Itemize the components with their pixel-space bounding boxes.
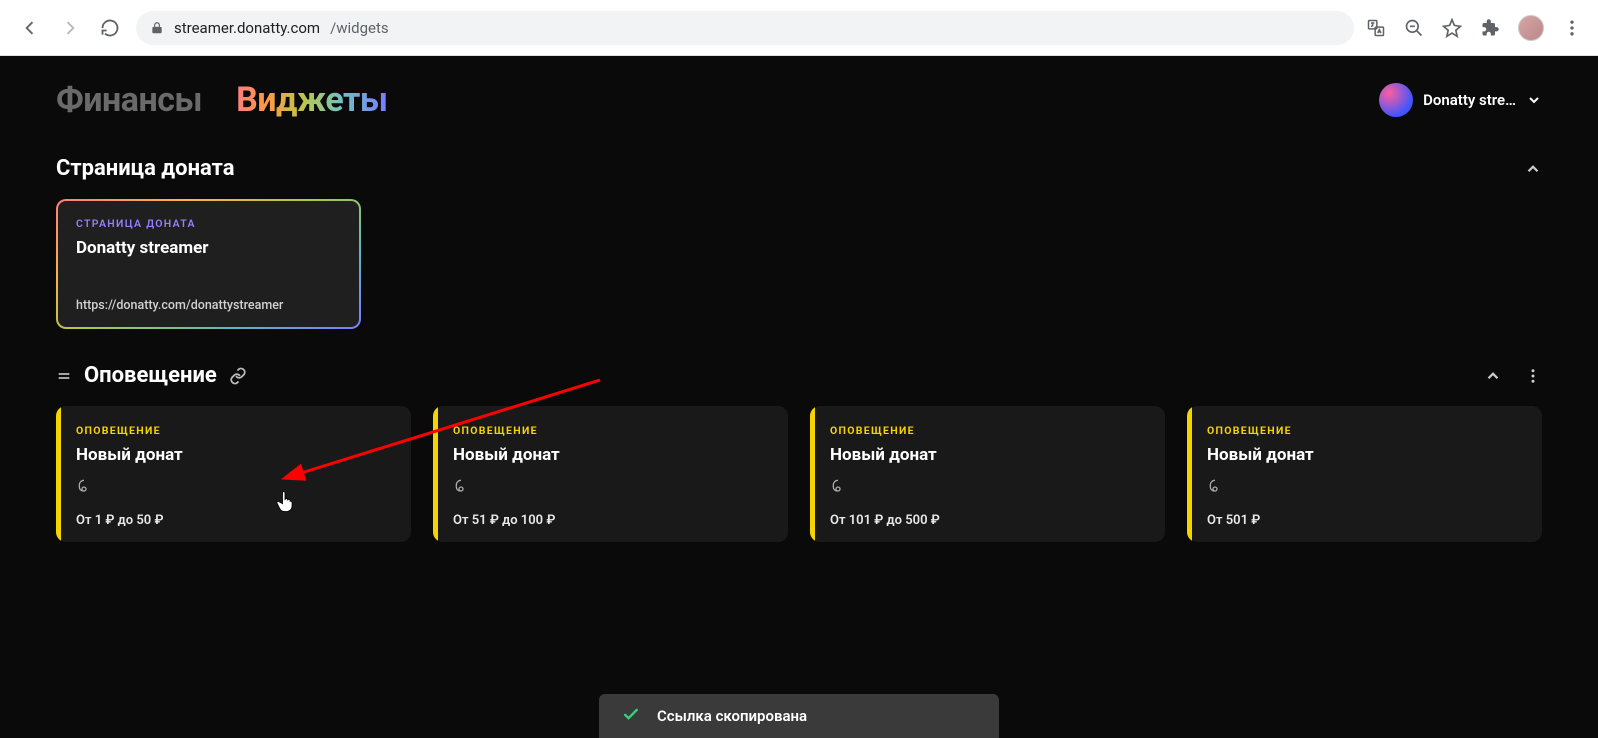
user-avatar xyxy=(1379,83,1413,117)
user-menu[interactable]: Donatty stre… xyxy=(1379,83,1542,117)
top-nav: Финансы Виджеты Donatty stre… xyxy=(56,80,1542,120)
alert-card-eyebrow: ОПОВЕЩЕНИЕ xyxy=(453,424,768,437)
toast-link-copied: Ссылка скопирована xyxy=(599,694,999,738)
copy-link-icon[interactable] xyxy=(229,367,247,385)
url-host: streamer.donatty.com xyxy=(174,19,320,37)
donatty-icon xyxy=(1207,479,1522,499)
extensions-icon[interactable] xyxy=(1480,18,1500,38)
zoom-out-icon[interactable] xyxy=(1404,18,1424,38)
lock-icon xyxy=(150,21,164,35)
donatty-icon xyxy=(830,479,1145,499)
tab-widgets[interactable]: Виджеты xyxy=(236,80,387,120)
alert-card-range: От 501 ₽ xyxy=(1207,513,1522,528)
donation-card-url: https://donatty.com/donattystreamer xyxy=(76,298,341,313)
donatty-icon xyxy=(453,479,768,499)
alert-cards-row: ОПОВЕЩЕНИЕ Новый донат От 1 ₽ до 50 ₽ ОП… xyxy=(56,406,1542,542)
user-display-name: Donatty stre… xyxy=(1423,91,1516,109)
alert-card-title: Новый донат xyxy=(830,445,1145,465)
main-tabs: Финансы Виджеты xyxy=(56,80,388,120)
browser-profile-avatar[interactable] xyxy=(1518,15,1544,41)
browser-url-bar[interactable]: streamer.donatty.com/widgets xyxy=(136,11,1354,45)
more-menu-icon[interactable] xyxy=(1524,367,1542,385)
donation-card-title: Donatty streamer xyxy=(76,238,341,258)
translate-icon[interactable] xyxy=(1366,18,1386,38)
alert-card[interactable]: ОПОВЕЩЕНИЕ Новый донат От 501 ₽ xyxy=(1187,406,1542,542)
donation-section-title: Страница доната xyxy=(56,156,234,181)
browser-menu-icon[interactable] xyxy=(1562,18,1582,38)
alert-section-header: Оповещение xyxy=(56,363,1542,388)
donation-card-eyebrow: СТРАНИЦА ДОНАТА xyxy=(76,217,341,230)
alert-card-eyebrow: ОПОВЕЩЕНИЕ xyxy=(1207,424,1522,437)
alert-card-title: Новый донат xyxy=(453,445,768,465)
drag-handle-icon[interactable] xyxy=(56,368,72,384)
toast-message: Ссылка скопирована xyxy=(657,707,807,725)
alert-section-title: Оповещение xyxy=(84,363,217,388)
collapse-icon[interactable] xyxy=(1484,367,1502,385)
tab-finances[interactable]: Финансы xyxy=(56,80,202,120)
browser-right-icons xyxy=(1366,15,1582,41)
alert-card[interactable]: ОПОВЕЩЕНИЕ Новый донат От 101 ₽ до 500 ₽ xyxy=(810,406,1165,542)
alert-card-eyebrow: ОПОВЕЩЕНИЕ xyxy=(830,424,1145,437)
check-icon xyxy=(621,704,641,728)
star-icon[interactable] xyxy=(1442,18,1462,38)
browser-reload-button[interactable] xyxy=(96,14,124,42)
alert-card-title: Новый донат xyxy=(1207,445,1522,465)
alert-card-range: От 51 ₽ до 100 ₽ xyxy=(453,513,768,528)
donation-page-card[interactable]: СТРАНИЦА ДОНАТА Donatty streamer https:/… xyxy=(56,199,361,329)
browser-back-button[interactable] xyxy=(16,14,44,42)
collapse-icon[interactable] xyxy=(1524,160,1542,178)
alert-card-title: Новый донат xyxy=(76,445,391,465)
alert-card-range: От 1 ₽ до 50 ₽ xyxy=(76,513,391,528)
alert-card[interactable]: ОПОВЕЩЕНИЕ Новый донат От 1 ₽ до 50 ₽ xyxy=(56,406,411,542)
chevron-down-icon xyxy=(1526,92,1542,108)
alert-card-range: От 101 ₽ до 500 ₽ xyxy=(830,513,1145,528)
donatty-icon xyxy=(76,479,391,499)
alert-card[interactable]: ОПОВЕЩЕНИЕ Новый донат От 51 ₽ до 100 ₽ xyxy=(433,406,788,542)
browser-chrome: streamer.donatty.com/widgets xyxy=(0,0,1598,56)
browser-forward-button[interactable] xyxy=(56,14,84,42)
alert-card-eyebrow: ОПОВЕЩЕНИЕ xyxy=(76,424,391,437)
url-path: /widgets xyxy=(330,19,389,37)
donation-section-header: Страница доната xyxy=(56,156,1542,181)
app-root: Финансы Виджеты Donatty stre… Страница д… xyxy=(0,56,1598,738)
